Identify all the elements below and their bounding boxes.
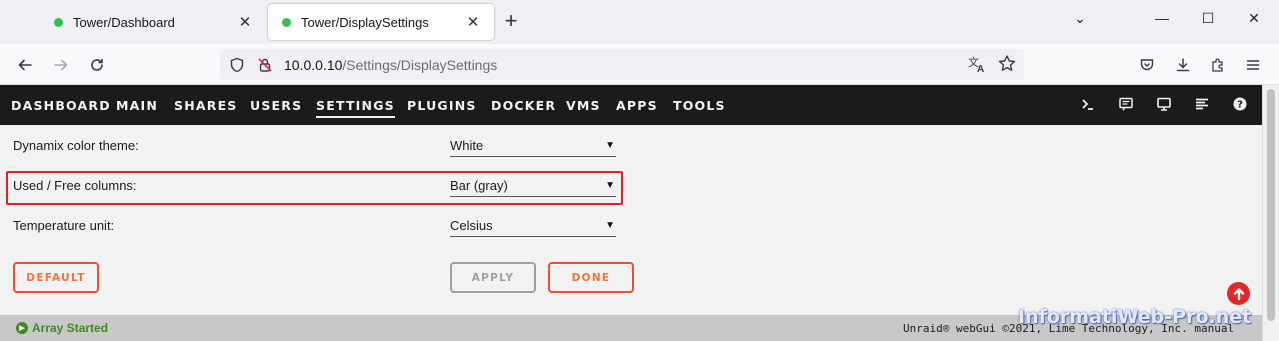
play-icon: ▶: [16, 322, 28, 334]
terminal-icon[interactable]: [1080, 96, 1096, 112]
address-bar[interactable]: 10.0.0.10/Settings/DisplaySettings 文A: [220, 49, 1024, 80]
bookmark-star-icon[interactable]: [996, 53, 1018, 80]
close-tab-icon[interactable]: ✕: [464, 13, 482, 31]
menu-vms[interactable]: VMS: [566, 98, 601, 113]
used-free-columns-select[interactable]: Bar (gray) ▼: [450, 175, 616, 197]
dropdown-arrow-icon: ▼: [605, 220, 615, 231]
forward-arrow-icon: [54, 59, 68, 71]
close-tab-icon[interactable]: ✕: [236, 13, 254, 31]
pocket-icon: [1140, 59, 1154, 71]
scroll-to-top-icon[interactable]: [1227, 282, 1250, 305]
browser-tab-bar: Tower/Dashboard ✕ Tower/DisplaySettings …: [0, 0, 1279, 44]
status-dot-icon: [282, 17, 291, 27]
browser-navigation-bar: 10.0.0.10/Settings/DisplaySettings 文A: [0, 44, 1279, 85]
extensions-icon: [1212, 58, 1223, 72]
dropdown-arrow-icon: ▼: [605, 180, 615, 191]
new-tab-button[interactable]: +: [500, 10, 522, 32]
insecure-lock-icon[interactable]: [254, 54, 276, 76]
url-path: /Settings/DisplaySettings: [342, 56, 498, 73]
color-theme-select[interactable]: White ▼: [450, 135, 616, 157]
feedback-icon[interactable]: [1118, 96, 1134, 112]
url-host: 10.0.0.10: [284, 56, 343, 73]
default-button[interactable]: DEFAULT: [13, 262, 99, 293]
back-arrow-icon: [18, 59, 32, 71]
watermark-logo: InformatiWeb-Pro.net: [1018, 306, 1252, 328]
menu-settings[interactable]: SETTINGS: [316, 98, 395, 118]
array-status: ▶ Array Started: [16, 321, 108, 335]
vertical-scrollbar[interactable]: [1262, 85, 1279, 341]
tab-label: Tower/DisplaySettings: [301, 14, 429, 30]
unraid-main-menu: DASHBOARD MAIN SHARES USERS SETTINGS PLU…: [0, 85, 1262, 125]
select-value: White: [450, 138, 484, 153]
app-menu-button[interactable]: [1240, 52, 1266, 78]
used-free-columns-label: Used / Free columns:: [13, 178, 137, 193]
menu-plugins[interactable]: PLUGINS: [407, 98, 477, 113]
reload-icon: [91, 58, 103, 71]
menu-icon: [1246, 60, 1260, 70]
pocket-button[interactable]: [1134, 52, 1160, 78]
color-theme-label: Dynamix color theme:: [13, 138, 139, 153]
temperature-unit-select[interactable]: Celsius ▼: [450, 215, 616, 237]
log-icon[interactable]: [1194, 96, 1210, 112]
scrollbar-thumb[interactable]: [1267, 89, 1275, 321]
back-button[interactable]: [12, 52, 38, 78]
tab-tower-dashboard[interactable]: Tower/Dashboard ✕: [40, 4, 266, 40]
downloads-button[interactable]: [1170, 52, 1196, 78]
menu-dashboard[interactable]: DASHBOARD: [11, 98, 111, 113]
menu-docker[interactable]: DOCKER: [491, 98, 556, 113]
menu-tools[interactable]: TOOLS: [673, 98, 726, 113]
menu-apps[interactable]: APPS: [616, 98, 658, 113]
forward-button[interactable]: [48, 52, 74, 78]
menu-main[interactable]: MAIN: [116, 98, 158, 113]
dropdown-arrow-icon: ▼: [605, 140, 615, 151]
svg-text:A: A: [977, 64, 984, 75]
url-text: 10.0.0.10/Settings/DisplaySettings: [284, 57, 497, 73]
reload-button[interactable]: [84, 52, 110, 78]
select-value: Bar (gray): [450, 178, 508, 193]
info-monitor-icon[interactable]: [1156, 96, 1172, 112]
extensions-button[interactable]: [1205, 52, 1231, 78]
maximize-button[interactable]: ☐: [1198, 10, 1218, 27]
status-dot-icon: [54, 17, 63, 27]
help-icon[interactable]: ?: [1232, 96, 1248, 112]
done-button[interactable]: DONE: [548, 262, 634, 293]
select-value: Celsius: [450, 218, 493, 233]
minimize-button[interactable]: —: [1152, 10, 1172, 26]
shield-icon[interactable]: [226, 54, 248, 76]
array-status-text: Array Started: [32, 321, 109, 335]
menu-users[interactable]: USERS: [250, 98, 302, 113]
display-settings-form: Dynamix color theme: White ▼ Used / Free…: [0, 125, 1262, 315]
menu-shares[interactable]: SHARES: [174, 98, 238, 113]
translate-icon[interactable]: 文A: [966, 53, 988, 80]
download-icon: [1176, 58, 1190, 72]
tab-label: Tower/Dashboard: [73, 14, 175, 30]
apply-button[interactable]: APPLY: [450, 262, 536, 293]
tab-tower-displaysettings[interactable]: Tower/DisplaySettings ✕: [268, 4, 494, 40]
temperature-unit-label: Temperature unit:: [13, 218, 115, 233]
list-all-tabs-button[interactable]: ⌄: [1070, 10, 1090, 27]
close-window-button[interactable]: ✕: [1244, 10, 1264, 27]
svg-text:?: ?: [1237, 100, 1243, 111]
